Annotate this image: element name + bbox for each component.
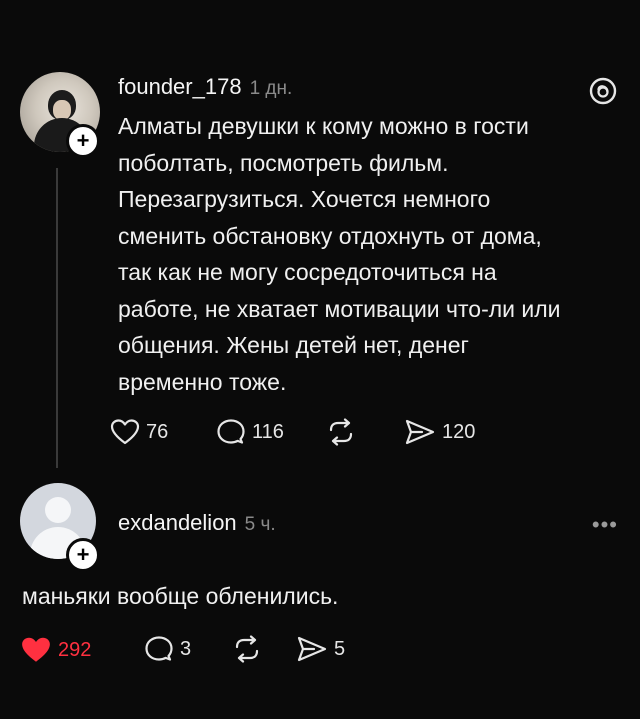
reply-share-button[interactable]: 5 [296, 635, 345, 663]
post-line: общения. Жены детей нет, денег [118, 332, 469, 358]
share-button[interactable]: 120 [404, 418, 475, 446]
post-line: сменить обстановку отдохнуть от дома, [118, 222, 542, 249]
reply-repost-button[interactable] [232, 635, 262, 663]
comment-icon [217, 419, 245, 444]
post-line: Алматы девушки к кому можно в гости [118, 113, 529, 139]
post-username[interactable]: founder_178 [118, 74, 242, 99]
post-line: поболтать, посмотреть фильм. [118, 149, 449, 176]
reply-username[interactable]: exdandelion [118, 510, 237, 535]
post-header: founder_178 1 дн. [118, 74, 292, 100]
post-text: Алматы девушки к кому можно в гости побо… [118, 108, 630, 400]
post-line: Перезагрузиться. Хочется немного [118, 186, 491, 212]
share-icon [297, 636, 327, 662]
reply-comment-button[interactable]: 3 [144, 635, 191, 663]
reply-time: 5 ч. [244, 514, 276, 535]
threads-logo-icon[interactable] [588, 76, 618, 106]
thread-line [56, 168, 58, 468]
post-line: работе, не хватает мотивации что-ли или [118, 295, 561, 322]
heart-filled-icon [22, 637, 50, 662]
comment-icon [145, 636, 173, 661]
reply-share-count: 5 [334, 637, 346, 660]
post-time: 1 дн. [249, 78, 293, 99]
reply-like-button[interactable]: 292 [20, 635, 91, 665]
like-button[interactable]: 76 [110, 418, 168, 446]
reply-header: exdandelion 5 ч. [118, 510, 276, 536]
follow-plus-icon[interactable]: + [66, 124, 100, 158]
share-icon [405, 419, 435, 445]
reply-like-count: 292 [58, 638, 92, 661]
repost-button[interactable] [326, 418, 356, 446]
reply-comment-count: 3 [180, 637, 192, 660]
comment-button[interactable]: 116 [216, 418, 284, 446]
comment-count: 116 [252, 420, 284, 443]
post-line: временно тоже. [118, 368, 287, 395]
post-line: так как не могу сосредоточиться на [118, 259, 497, 285]
more-icon[interactable]: ••• [592, 512, 618, 538]
share-count: 120 [442, 420, 476, 443]
heart-icon [110, 419, 140, 445]
follow-plus-icon[interactable]: + [66, 538, 100, 572]
repost-icon [329, 418, 353, 446]
reply-text: маньяки вообще обленились. [22, 583, 339, 609]
repost-icon [235, 635, 259, 663]
like-count: 76 [146, 420, 169, 443]
